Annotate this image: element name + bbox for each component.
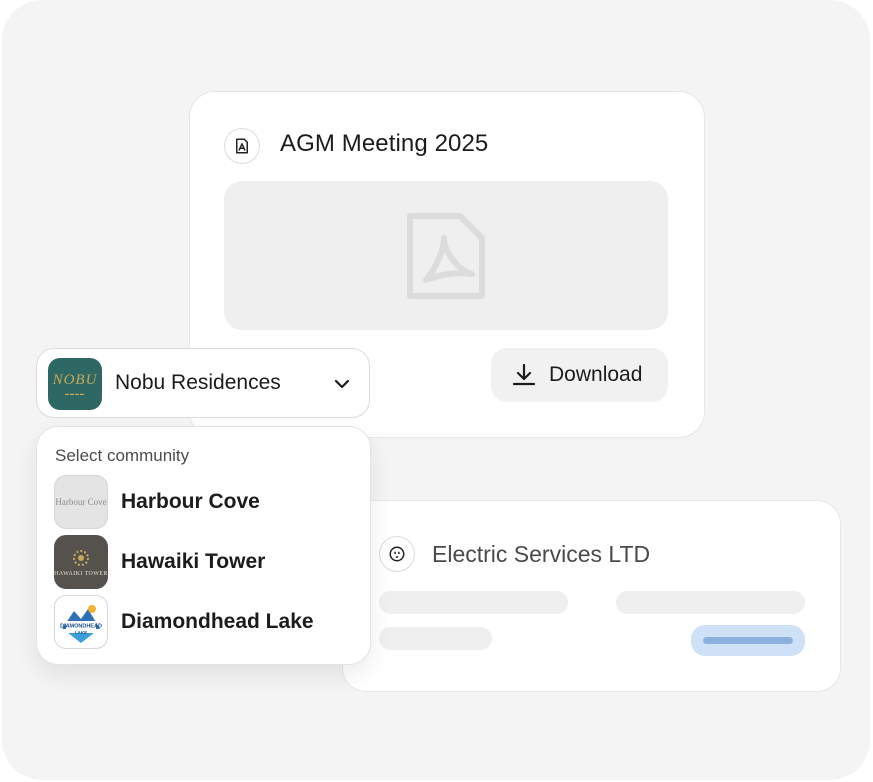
pdf-file-icon [224, 128, 260, 164]
diamondhead-lake-logo: DIAMONDHEAD LAKE [54, 595, 108, 649]
pdf-placeholder-icon [407, 212, 485, 299]
skeleton-line [379, 627, 492, 650]
hawaiki-tower-logo: HAWAIKI TOWER [54, 535, 108, 589]
community-option-label: Hawaiki Tower [121, 550, 266, 573]
harbour-cove-logo: Harbour Cove [54, 475, 108, 529]
dropdown-heading: Select community [55, 446, 190, 465]
skeleton-line [379, 591, 568, 614]
community-option-label: Diamondhead Lake [121, 610, 314, 633]
diamondhead-emblem-icon: DIAMONDHEAD LAKE [60, 605, 102, 643]
svg-text:DIAMONDHEAD: DIAMONDHEAD [60, 624, 102, 630]
selected-community-label: Nobu Residences [115, 371, 281, 394]
vendor-card: Electric Services LTD [342, 500, 841, 692]
power-outlet-icon [379, 536, 415, 572]
nobu-logo-text: NOBU [52, 372, 98, 388]
hawaiki-emblem-icon [73, 549, 89, 566]
community-option-label: Harbour Cove [121, 490, 260, 513]
download-label: Download [549, 363, 643, 386]
document-title: AGM Meeting 2025 [280, 130, 489, 157]
svg-text:LAKE: LAKE [75, 630, 87, 635]
community-dropdown-menu: Select community Harbour Cove Harbour Co… [36, 426, 371, 665]
vendor-title: Electric Services LTD [432, 541, 651, 567]
document-preview[interactable] [224, 181, 668, 330]
download-button[interactable]: Download [491, 348, 668, 402]
harbour-cove-logo-text: Harbour Cove [55, 497, 107, 507]
community-select[interactable]: NOBU ▬▬▬▬ Nobu Residences [36, 348, 370, 418]
nobu-logo-subline: ▬▬▬▬ [65, 391, 85, 396]
status-pill-bar [703, 637, 793, 644]
status-pill-placeholder [691, 625, 805, 656]
skeleton-line [616, 591, 805, 614]
community-option-diamondhead-lake[interactable]: DIAMONDHEAD LAKE Diamondhead Lake [54, 595, 354, 649]
download-icon [512, 363, 536, 386]
nobu-residences-logo: NOBU ▬▬▬▬ [48, 358, 102, 410]
community-option-hawaiki-tower[interactable]: HAWAIKI TOWER Hawaiki Tower [54, 535, 354, 589]
hawaiki-logo-text: HAWAIKI TOWER [54, 570, 108, 577]
community-option-harbour-cove[interactable]: Harbour Cove Harbour Cove [54, 475, 354, 529]
chevron-down-icon [334, 379, 350, 389]
